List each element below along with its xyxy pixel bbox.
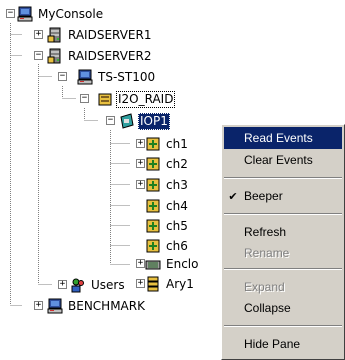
tree-node-iop1[interactable]: IOP1 <box>119 111 170 131</box>
expand-toggle-ch1[interactable]: + <box>136 139 145 148</box>
raid-controller-icon <box>97 91 113 107</box>
expand-toggle-users[interactable]: + <box>58 280 67 289</box>
menu-item-hide-pane[interactable]: Hide Pane <box>224 333 342 355</box>
storage-computer-icon <box>77 69 93 85</box>
menu-item-read-events[interactable]: Read Events <box>224 127 342 149</box>
tree-label: Enclo <box>166 256 199 271</box>
tree-label: ch4 <box>166 198 188 213</box>
tree-node-channel[interactable]: ch4 <box>145 196 190 216</box>
scsi-channel-icon <box>145 177 161 193</box>
tree-node-ts-st100[interactable]: TS-ST100 <box>77 67 157 87</box>
scsi-channel-icon <box>145 198 161 214</box>
server-icon <box>47 48 63 64</box>
tree-node-benchmark[interactable]: BENCHMARK <box>47 296 147 316</box>
context-menu: Read Events Clear Events ✔ Beeper Refres… <box>221 124 345 360</box>
tree-node-array[interactable]: Ary1 <box>145 274 196 294</box>
tree-node-channel[interactable]: ch1 <box>145 134 190 154</box>
expand-toggle-ch3[interactable]: + <box>136 180 145 189</box>
adapter-card-icon <box>119 113 135 129</box>
tree-label: RAIDSERVER1 <box>68 27 152 42</box>
tree-node-channel[interactable]: ch5 <box>145 216 190 236</box>
tree-node-i2o-raid[interactable]: I2O_RAID <box>97 89 176 109</box>
menu-item-rename[interactable]: Rename <box>224 242 342 264</box>
expand-toggle-raidserver1[interactable]: + <box>34 30 43 39</box>
tree-node-channel[interactable]: ch3 <box>145 175 190 195</box>
tree-label: ch1 <box>166 136 188 151</box>
tree-node-channel[interactable]: ch6 <box>145 236 190 256</box>
menu-separator <box>224 177 342 179</box>
tree-label: BENCHMARK <box>68 298 145 313</box>
menu-item-beeper[interactable]: ✔ Beeper <box>224 185 342 207</box>
tree-node-raidserver1[interactable]: RAIDSERVER1 <box>47 25 153 45</box>
scsi-channel-icon <box>145 218 161 234</box>
collapse-toggle-iop1[interactable]: − <box>106 116 115 125</box>
enclosure-icon <box>145 256 161 272</box>
array-icon <box>145 276 161 292</box>
expand-toggle-enclosure[interactable]: + <box>136 259 145 268</box>
tree-node-users[interactable]: Users <box>70 275 127 295</box>
collapse-toggle-raidserver2[interactable]: − <box>34 51 43 60</box>
collapse-toggle-i2o-raid[interactable]: − <box>80 94 89 103</box>
tree-label: I2O_RAID <box>116 90 176 108</box>
tree-label: ch5 <box>166 218 188 233</box>
console-computer-icon <box>17 6 33 22</box>
expand-toggle-benchmark[interactable]: + <box>34 301 43 310</box>
expand-toggle-array[interactable]: + <box>136 279 145 288</box>
menu-item-expand[interactable]: Expand <box>224 276 342 298</box>
menu-separator <box>224 213 342 215</box>
tree-label: MyConsole <box>38 6 104 21</box>
tree-label: Ary1 <box>166 276 194 291</box>
menu-item-collapse[interactable]: Collapse <box>224 297 342 319</box>
collapse-toggle-ts-st100[interactable]: − <box>58 72 67 81</box>
tree-label: ch6 <box>166 238 188 253</box>
checkmark-icon: ✔ <box>228 190 238 203</box>
expand-toggle-ch2[interactable]: + <box>136 159 145 168</box>
tree-node-enclosure[interactable]: Enclo <box>145 254 200 274</box>
scsi-channel-icon <box>145 238 161 254</box>
tree-label: ch3 <box>166 177 188 192</box>
tree-label: Users <box>91 277 125 292</box>
tree-node-myconsole[interactable]: MyConsole <box>17 4 105 24</box>
scsi-channel-icon <box>145 136 161 152</box>
tree-node-channel[interactable]: ch2 <box>145 154 190 174</box>
tree-label: RAIDSERVER2 <box>68 48 152 63</box>
collapse-toggle-myconsole[interactable]: − <box>6 9 15 18</box>
tree-label: TS-ST100 <box>98 69 156 84</box>
scsi-channel-icon <box>145 156 161 172</box>
benchmark-computer-icon <box>47 298 63 314</box>
users-icon <box>70 277 86 293</box>
menu-separator <box>224 325 342 327</box>
server-icon <box>47 27 63 43</box>
menu-item-clear-events[interactable]: Clear Events <box>224 149 342 171</box>
tree-label: ch2 <box>166 156 188 171</box>
menu-item-refresh[interactable]: Refresh <box>224 221 342 243</box>
tree-node-raidserver2[interactable]: RAIDSERVER2 <box>47 46 153 66</box>
tree-label: IOP1 <box>138 112 170 130</box>
menu-separator <box>224 268 342 270</box>
